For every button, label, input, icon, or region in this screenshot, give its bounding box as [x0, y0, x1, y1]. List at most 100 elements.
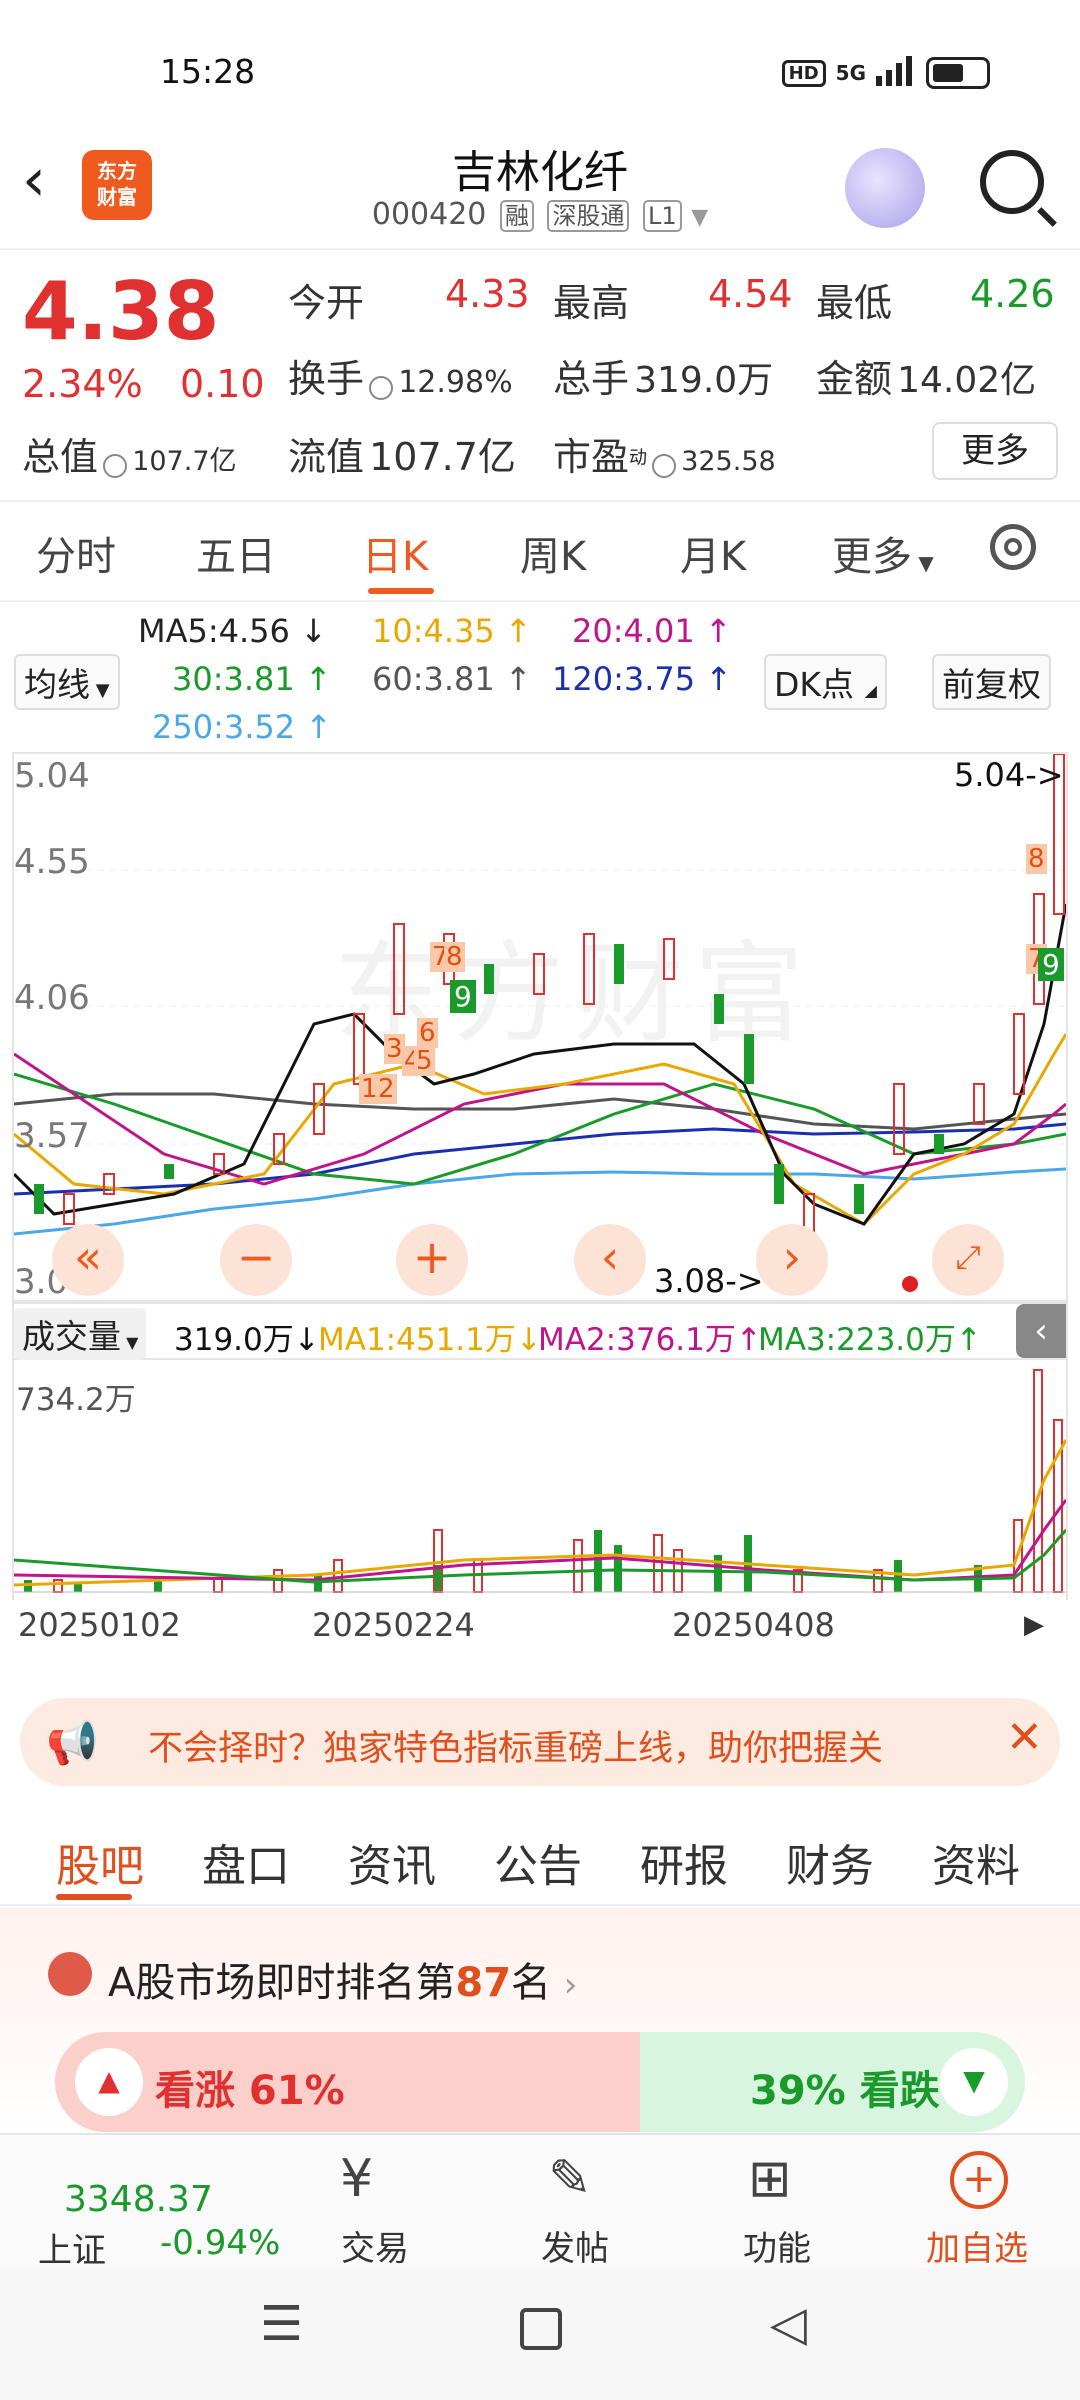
date-label: 20250224: [312, 1606, 475, 1644]
menu-icon[interactable]: ☰: [260, 2296, 303, 2352]
close-icon[interactable]: ✕: [1006, 1712, 1043, 1763]
fullscreen-icon[interactable]: ⤢: [932, 1224, 1004, 1296]
turnover-label: 换手: [288, 357, 365, 401]
open-value: 4.33: [445, 272, 530, 316]
active-tab-indicator: [56, 1894, 132, 1900]
tab-monthly-k[interactable]: 月K: [680, 524, 746, 582]
zoom-in-icon[interactable]: +: [396, 1224, 468, 1296]
high-label: 最高: [553, 281, 630, 325]
volume-header: 成交量 ▼ 319.0万↓ MA1:451.1万↓ MA2:376.1万↑ MA…: [12, 1302, 1068, 1360]
bottom-nav: 3348.37 上证 -0.94% ¥ 交易 ✎ 发帖 ⊞ 功能 + 加自选: [0, 2133, 1080, 2272]
max-marker: 5.04->: [954, 756, 1064, 794]
nav-trade[interactable]: 交易: [300, 2221, 450, 2270]
ranking-text[interactable]: A股市场即时排名第87名 ›: [108, 1950, 577, 2008]
volume-ma1: MA1:451.1万↓: [318, 1322, 542, 1358]
dk-point-button[interactable]: DK点 ◢: [764, 654, 887, 710]
change-percent: 2.34%: [22, 362, 143, 406]
tab-finance[interactable]: 财务: [786, 1830, 874, 1894]
tab-orderbook[interactable]: 盘口: [202, 1830, 290, 1894]
change-amount: 0.10: [180, 362, 265, 406]
nav-functions[interactable]: 功能: [702, 2221, 852, 2270]
community-tabs: 股吧 盘口 资讯 公告 研报 财务 资料: [0, 1808, 1080, 1906]
search-icon[interactable]: [980, 150, 1044, 214]
ma60-label: 60:3.81 ↑: [372, 660, 532, 698]
tab-profile[interactable]: 资料: [932, 1830, 1020, 1894]
tag-level[interactable]: L1: [643, 200, 682, 232]
open-label: 今开: [288, 281, 365, 325]
scroll-left-icon[interactable]: ‹: [574, 1224, 646, 1296]
index-value[interactable]: 3348.37: [64, 2179, 213, 2220]
bull-button[interactable]: ▲ 看涨 61%: [55, 2032, 645, 2132]
ma250-label: 250:3.52 ↑: [152, 708, 333, 746]
assistant-robot-icon[interactable]: [845, 148, 925, 228]
ma-select[interactable]: 均线 ▼: [14, 654, 120, 710]
trade-icon[interactable]: ¥: [340, 2149, 373, 2209]
tab-research[interactable]: 研报: [640, 1830, 728, 1894]
signal-label: 5: [414, 1046, 435, 1076]
dropdown-icon: ▼: [912, 551, 934, 575]
signal-label: 2: [376, 1074, 397, 1104]
status-dot: [902, 1276, 918, 1292]
amount-value: 14.02亿: [897, 360, 1037, 401]
volume-indicator-select[interactable]: 成交量 ▼: [14, 1308, 147, 1360]
info-icon[interactable]: [103, 453, 128, 478]
mktcap-value: 107.7亿: [132, 446, 237, 477]
tab-news[interactable]: 资讯: [348, 1830, 436, 1894]
promo-text: 不会择时？独家特色指标重磅上线，助你把握关: [148, 1729, 884, 1769]
date-label: 20250408: [672, 1606, 835, 1644]
nav-add-watchlist[interactable]: 加自选: [902, 2221, 1052, 2270]
promo-banner[interactable]: 📢 不会择时？独家特色指标重磅上线，助你把握关 ✕: [20, 1698, 1060, 1786]
scroll-right-icon[interactable]: ›: [756, 1224, 828, 1296]
tab-announcements[interactable]: 公告: [494, 1830, 582, 1894]
tab-weekly-k[interactable]: 周K: [520, 524, 586, 582]
battery-icon: [926, 57, 990, 89]
y-label-max: 5.04: [14, 756, 90, 796]
kline-chart[interactable]: 东方财富 5.04 4.55 4.06 3.57 3.08 5.04-> 3.0…: [12, 752, 1068, 1302]
collapse-panel-icon[interactable]: ‹: [1016, 1304, 1066, 1358]
tab-forum[interactable]: 股吧: [56, 1830, 144, 1894]
tab-five-day[interactable]: 五日: [196, 524, 276, 582]
tab-more[interactable]: 更多 ▼: [832, 524, 934, 582]
functions-icon[interactable]: ⊞: [748, 2149, 792, 2209]
gear-icon[interactable]: [990, 524, 1036, 570]
more-button[interactable]: 更多: [932, 422, 1058, 480]
active-tab-indicator: [368, 588, 434, 594]
index-change[interactable]: -0.94%: [160, 2223, 280, 2263]
y-label-2: 4.55: [14, 842, 90, 882]
date-label: 20250102: [18, 1606, 181, 1644]
tab-intraday[interactable]: 分时: [36, 524, 116, 582]
signal-label: 8: [1026, 844, 1047, 874]
add-watchlist-icon[interactable]: +: [950, 2151, 1008, 2209]
info-icon[interactable]: [369, 375, 394, 400]
adjust-mode-button[interactable]: 前复权: [932, 654, 1051, 710]
low-label: 最低: [816, 281, 893, 325]
zoom-out-icon[interactable]: −: [220, 1224, 292, 1296]
period-tabs: 分时 五日 日K 周K 月K 更多 ▼: [0, 500, 1080, 602]
bull-label: 看涨 61%: [155, 2068, 345, 2114]
min-marker: 3.08->: [654, 1262, 764, 1300]
float-label: 流值: [288, 435, 365, 479]
ranking-section: A股市场即时排名第87名 › ▲ 看涨 61% 39% 看跌 ▼: [0, 1908, 1080, 2133]
signal-label: 6: [417, 1018, 438, 1048]
volume-value: 319.0万↓: [174, 1322, 320, 1358]
turnover-value: 12.98%: [398, 365, 513, 400]
play-icon[interactable]: ▶: [1024, 1610, 1044, 1640]
chevron-down-icon[interactable]: ▼: [691, 205, 708, 230]
home-icon[interactable]: [520, 2308, 562, 2350]
pe-value: 325.58: [681, 446, 776, 477]
system-nav: ☰ ◁: [0, 2268, 1080, 2400]
volume-chart[interactable]: 734.2万 20250102 20250224 20250408 ▶: [12, 1360, 1068, 1644]
info-icon[interactable]: [652, 453, 677, 478]
quote-panel: 4.38 2.34% 0.10 总值 107.7亿 今开 4.33 最高 4.5…: [0, 250, 1080, 502]
index-name[interactable]: 上证: [38, 2223, 106, 2272]
nav-post[interactable]: 发帖: [500, 2221, 650, 2270]
back-nav-icon[interactable]: ◁: [770, 2296, 807, 2352]
signal-label: 8: [444, 942, 465, 972]
post-icon[interactable]: ✎: [548, 2149, 592, 2209]
low-value: 4.26: [970, 272, 1055, 316]
tab-daily-k[interactable]: 日K: [362, 524, 428, 582]
bear-button[interactable]: 39% 看跌 ▼: [640, 2032, 1025, 2132]
mktcap-label: 总值: [22, 435, 99, 479]
scroll-left-fast-icon[interactable]: «: [52, 1224, 124, 1296]
status-time: 15:28: [160, 52, 256, 91]
